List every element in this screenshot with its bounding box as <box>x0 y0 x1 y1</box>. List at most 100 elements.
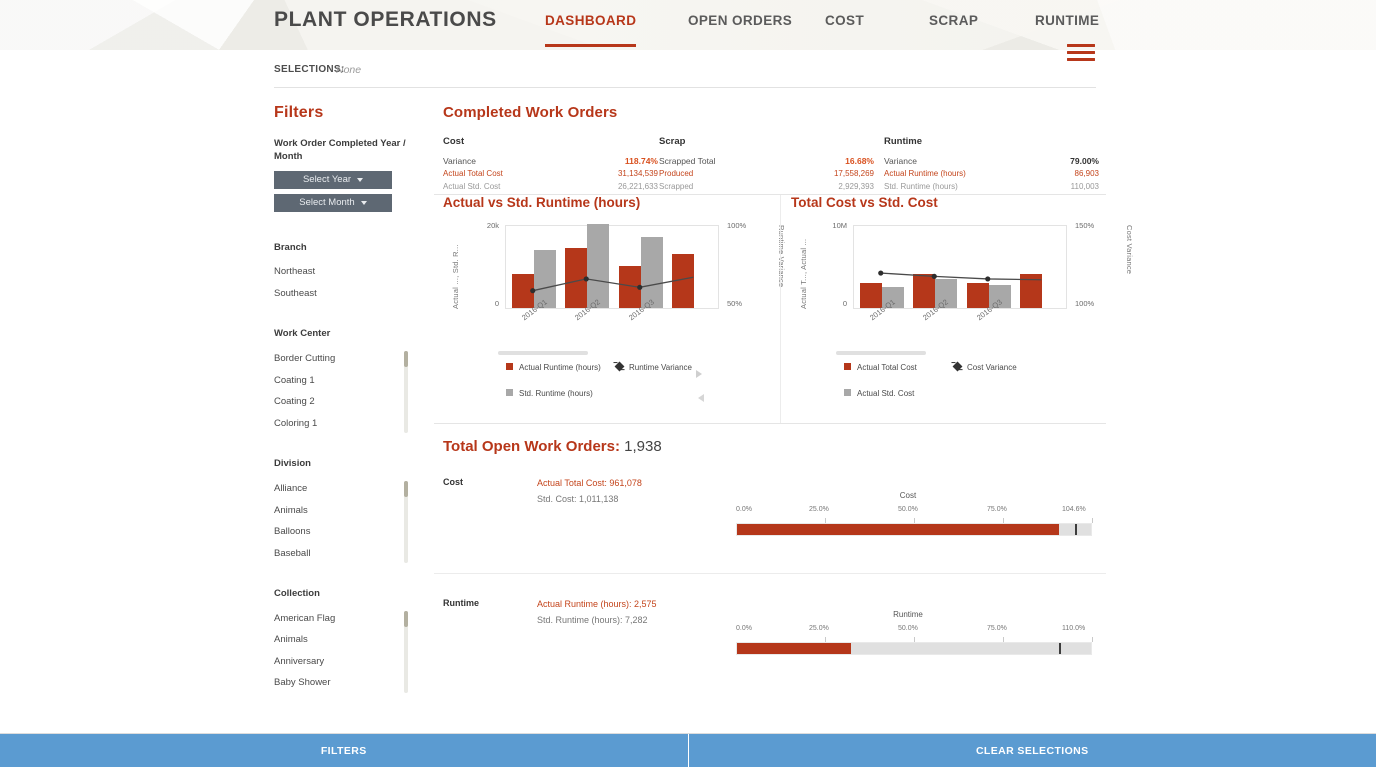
open-work-orders-title: Total Open Work Orders: 1,938 <box>443 438 1106 455</box>
completed-work-orders-panel: Completed Work Orders Cost Variance 118.… <box>434 104 1106 194</box>
nav-tab-scrap[interactable]: SCRAP <box>929 13 978 28</box>
kpi-label: Scrapped Total <box>659 156 716 166</box>
completed-work-orders-title: Completed Work Orders <box>443 104 618 121</box>
filter-group-work-center: Work Center Border Cutting Coating 1 Coatin… <box>274 328 424 434</box>
filter-item-list: Border Cutting Coating 1 Coating 2 Coloring… <box>274 348 408 435</box>
bullet-axis-tick-label: 50.0% <box>898 506 918 513</box>
footer-clear-selections-button[interactable]: CLEAR SELECTIONS <box>687 734 1376 767</box>
legend-scroll-left-icon[interactable] <box>698 394 704 402</box>
legend-scroll-right-icon[interactable] <box>696 370 702 378</box>
nav-tab-runtime[interactable]: RUNTIME <box>1035 13 1099 28</box>
bullet-track <box>736 523 1092 536</box>
selections-bar: SELECTIONS: None <box>274 58 1096 88</box>
select-month-button[interactable]: Select Month <box>274 193 392 212</box>
kpi-row: Variance 79.00% <box>884 156 1099 169</box>
legend-label: Cost Variance <box>967 363 1017 372</box>
runtime-std-value: Std. Runtime (hours): 7,282 <box>537 615 648 625</box>
legend-item[interactable]: Actual Std. Cost <box>844 389 914 398</box>
chevron-down-icon <box>360 200 367 205</box>
sidebar-item-animals[interactable]: Animals <box>274 500 384 522</box>
section-label-cost: Cost <box>443 477 463 487</box>
bullet-value-bar[interactable] <box>737 524 1059 535</box>
legend-swatch-icon <box>844 389 851 396</box>
bullet-axis-tick-label: 0.0% <box>736 625 752 632</box>
sidebar-item-alliance[interactable]: Alliance <box>274 478 384 500</box>
legend-scroll-track[interactable] <box>498 351 588 355</box>
filter-group-header: Collection <box>274 588 320 600</box>
hamburger-bar <box>1067 44 1095 47</box>
bullet-axis-tick-label: 75.0% <box>987 506 1007 513</box>
legend-label: Std. Runtime (hours) <box>519 389 593 398</box>
kpi-value: 2,929,393 <box>838 182 874 191</box>
legend-item[interactable]: Actual Total Cost <box>844 363 917 372</box>
sidebar-item-coloring-1[interactable]: Coloring 1 <box>274 413 384 435</box>
sidebar-item-baby-shower[interactable]: Baby Shower <box>274 672 384 694</box>
chart-y2-tick: 100% <box>1075 299 1095 308</box>
kpi-column-header: Scrap <box>659 136 686 147</box>
bullet-target-marker <box>1075 524 1078 535</box>
chart-title: Actual vs Std. Runtime (hours) <box>443 195 641 210</box>
bullet-axis-tick <box>1092 518 1093 523</box>
hamburger-menu-icon[interactable] <box>1067 44 1095 63</box>
filter-list-scrollbar[interactable] <box>404 351 408 434</box>
legend-item[interactable]: Actual Runtime (hours) <box>506 363 601 372</box>
kpi-label: Actual Runtime (hours) <box>884 169 966 178</box>
bullet-chart-title: Cost <box>899 491 917 500</box>
chart-variance-line <box>878 270 1042 282</box>
filter-list-scrollbar[interactable] <box>404 610 408 693</box>
footer-bar: FILTERS CLEAR SELECTIONS <box>0 734 1376 767</box>
chart-y-axis-label: Actual T..., Actual ... <box>799 238 808 309</box>
sidebar-item-baseball[interactable]: Baseball <box>274 543 384 565</box>
kpi-value: 118.74% <box>624 156 658 166</box>
open-work-orders-count: 1,938 <box>624 438 662 455</box>
kpi-value: 31,134,539 <box>617 169 658 178</box>
filters-title: Filters <box>274 104 324 121</box>
kpi-label: Variance <box>443 156 476 166</box>
chevron-down-icon <box>357 177 364 182</box>
nav-tab-dashboard[interactable]: DASHBOARD <box>545 13 637 47</box>
legend-label: Actual Std. Cost <box>857 389 915 398</box>
chart-y-tick: 0 <box>494 299 499 308</box>
filter-group-year-month: Work Order Completed Year / Month Select… <box>274 138 424 212</box>
sidebar-item-balloons[interactable]: Balloons <box>274 521 384 543</box>
chart-y2-tick: 50% <box>727 299 743 308</box>
legend-item[interactable]: Cost Variance <box>952 361 1017 372</box>
nav-tab-open-orders[interactable]: OPEN ORDERS <box>688 13 792 28</box>
sidebar-item-coating-2[interactable]: Coating 2 <box>274 391 384 413</box>
kpi-value: 86,903 <box>1074 169 1099 178</box>
sidebar-item-coating-1[interactable]: Coating 1 <box>274 370 384 392</box>
runtime-actual-value: Actual Runtime (hours): 2,575 <box>537 599 657 609</box>
kpi-label: Actual Std. Cost <box>443 182 501 191</box>
scrollbar-thumb[interactable] <box>404 351 408 368</box>
legend-line-marker-icon <box>952 361 963 372</box>
filter-list-scrollbar[interactable] <box>404 481 408 564</box>
chart-y-axis-label: Actual ..., Std. R... <box>451 244 460 309</box>
footer-filters-button[interactable]: FILTERS <box>0 734 688 767</box>
kpi-value: 110,003 <box>1070 182 1099 191</box>
filter-group-header: Branch <box>274 241 307 253</box>
chart-variance-line <box>530 276 694 294</box>
legend-item[interactable]: Std. Runtime (hours) <box>506 389 593 398</box>
scrollbar-thumb[interactable] <box>404 610 408 627</box>
bullet-value-bar[interactable] <box>737 643 851 654</box>
sidebar-item-anniversary[interactable]: Anniversary <box>274 651 384 673</box>
chart-y2-tick: 100% <box>727 221 747 230</box>
sidebar-item-border-cutting[interactable]: Border Cutting <box>274 348 384 370</box>
scrollbar-thumb[interactable] <box>404 481 408 498</box>
kpi-label: Actual Total Cost <box>443 169 503 178</box>
sidebar-item-american-flag[interactable]: American Flag <box>274 608 384 630</box>
select-year-button[interactable]: Select Year <box>274 170 392 189</box>
chart-y-tick: 10M <box>832 221 847 230</box>
charts-row: Actual vs Std. Runtime (hours) Actual ..… <box>434 195 1134 423</box>
kpi-row: Actual Runtime (hours) 86,903 <box>884 169 1099 182</box>
legend-scroll-track[interactable] <box>836 351 926 355</box>
sidebar-item-northeast[interactable]: Northeast <box>274 261 384 283</box>
sidebar-item-animals[interactable]: Animals <box>274 629 384 651</box>
legend-item[interactable]: Runtime Variance <box>614 361 701 372</box>
sidebar-item-southeast[interactable]: Southeast <box>274 283 384 305</box>
kpi-value: 16.68% <box>845 156 874 166</box>
filter-group-branch: Branch Northeast Southeast <box>274 242 424 305</box>
bullet-axis-tick <box>1092 637 1093 642</box>
nav-tab-cost[interactable]: COST <box>825 13 864 28</box>
dashboard-app: PLANT OPERATIONS DASHBOARD OPEN ORDERS C… <box>0 0 1376 767</box>
